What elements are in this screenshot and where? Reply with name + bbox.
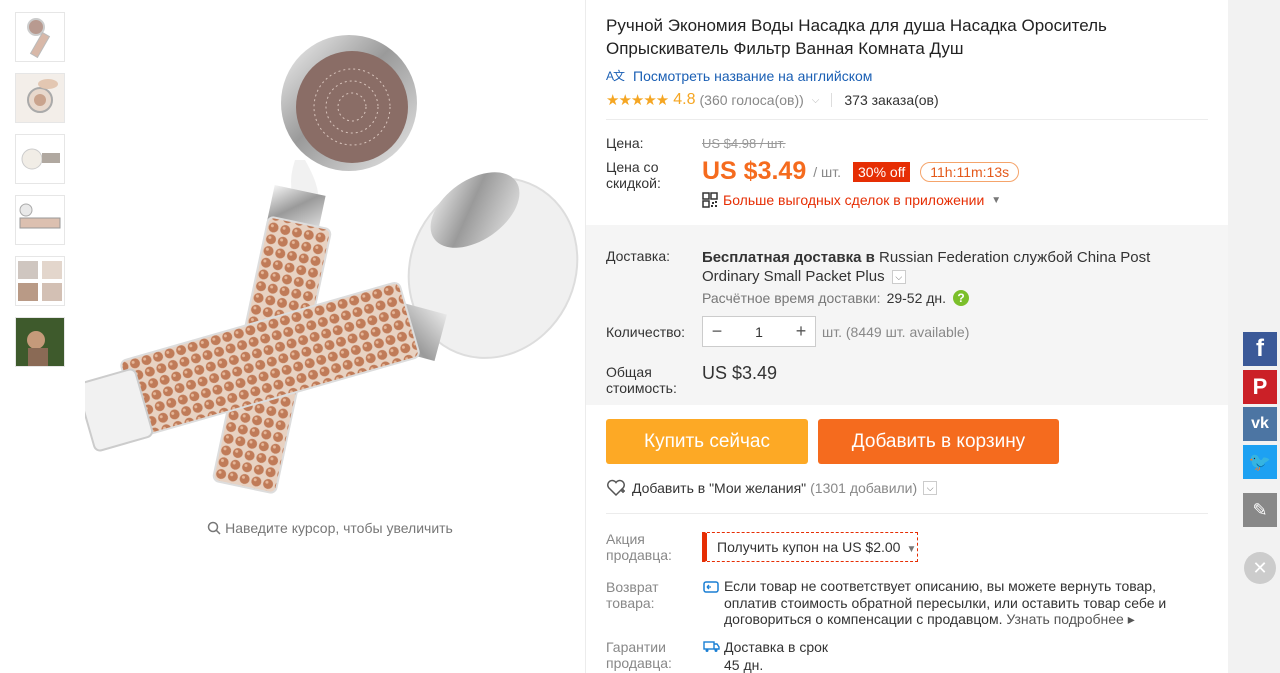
learn-more-link[interactable]: Узнать подробнее ▸ — [1006, 611, 1134, 627]
buy-now-button[interactable]: Купить сейчас — [606, 419, 808, 464]
eta-label: Расчётное время доставки: — [702, 290, 881, 306]
returns-label: Возврат товара: — [606, 579, 659, 611]
returns-policy: Если товар не соответствует описанию, вы… — [724, 578, 1194, 628]
discount-price-row: US $3.49 / шт. 30% off 11h:11m:13s — [702, 157, 1020, 186]
close-icon[interactable]: ✕ — [1244, 552, 1276, 584]
vk-share-icon[interactable]: vk — [1243, 407, 1277, 441]
divider — [606, 513, 1208, 514]
help-icon[interactable]: ? — [953, 290, 970, 306]
product-title: Ручной Экономия Воды Насадка для душа На… — [606, 16, 1107, 58]
wishlist-text: Добавить в "Мои желания" — [632, 480, 807, 496]
return-icon — [703, 581, 719, 593]
available-stock: шт. (8449 шт. available) — [822, 324, 970, 340]
orders-count: 373 заказа(ов) — [844, 92, 939, 108]
zoom-hint-text: Наведите курсор, чтобы увеличить — [225, 520, 453, 536]
discount-badge: 30% off — [853, 161, 911, 182]
shipping-options-chevron-icon[interactable]: ⌵ — [891, 270, 906, 284]
votes-link[interactable]: (360 голоса(ов)) — [700, 92, 804, 108]
coupon-text: Получить купон на US $2.00 — [717, 539, 901, 555]
price-label: Цена: — [606, 135, 644, 151]
guarantee-label: Гарантии продавца: — [606, 639, 672, 671]
qr-code-icon — [702, 192, 718, 208]
divider — [606, 119, 1208, 120]
discount-price: US $3.49 — [702, 157, 807, 185]
quantity-input[interactable]: 1 — [731, 324, 787, 340]
shipping-info: Бесплатная доставка в Russian Federation… — [702, 248, 1202, 286]
twitter-share-icon[interactable]: 🐦 — [1243, 445, 1277, 479]
thumbnail-3[interactable] — [15, 134, 65, 184]
increase-quantity-button[interactable]: + — [787, 321, 815, 342]
divider — [831, 93, 833, 107]
app-deals-text: Больше выгодных сделок в приложении — [723, 192, 985, 208]
wishlist-count: (1301 добавили) — [810, 480, 918, 496]
decrease-quantity-button[interactable]: − — [703, 321, 731, 342]
heart-plus-icon — [607, 479, 625, 497]
caret-down-icon: ▼ — [906, 544, 917, 555]
facebook-share-icon[interactable]: f — [1243, 332, 1277, 366]
eta-days: 29-52 дн. — [886, 290, 947, 306]
product-image[interactable] — [85, 20, 580, 500]
thumbnail-4[interactable] — [15, 195, 65, 245]
magnifier-icon — [207, 521, 221, 535]
thumbnail-2[interactable] — [15, 73, 65, 123]
star-rating-icon: ★★★★★ — [606, 92, 669, 109]
translate-link-text: Посмотреть название на английском — [633, 67, 873, 84]
caret-down-icon: ▼ — [991, 194, 1002, 206]
countdown-timer: 11h:11m:13s — [920, 161, 1020, 182]
total-label: Общая стоимость: — [606, 364, 677, 396]
guarantee-days: 45 дн. — [724, 657, 764, 673]
price-unit: / шт. — [813, 163, 842, 180]
quantity-label: Количество: — [606, 324, 686, 340]
seller-promo-label: Акция продавца: — [606, 531, 672, 563]
quantity-stepper: − 1 + — [702, 316, 816, 347]
truck-icon — [703, 641, 720, 652]
discount-price-label: Цена со скидкой: — [606, 159, 661, 191]
shipping-label: Доставка: — [606, 248, 671, 264]
delivery-estimate: Расчётное время доставки: 29-52 дн. ? — [702, 290, 970, 306]
rating-row: ★★★★★ 4.8 (360 голоса(ов)) ⌵ 373 заказа(… — [606, 91, 939, 109]
app-deals-link[interactable]: Больше выгодных сделок в приложении ▼ — [702, 192, 1001, 208]
translate-link[interactable]: A文 Посмотреть название на английском — [606, 67, 872, 84]
on-time-delivery-text: Доставка в срок — [724, 639, 829, 655]
get-coupon-button[interactable]: Получить купон на US $2.00 ▼ — [702, 532, 918, 562]
rating-value: 4.8 — [673, 91, 696, 108]
edit-icon[interactable]: ✎ — [1243, 493, 1277, 527]
old-price: US $4.98 / шт. — [702, 136, 786, 151]
chevron-down-icon[interactable]: ⌵ — [812, 95, 820, 106]
product-page: Наведите курсор, чтобы увеличить Ручной … — [0, 0, 1228, 673]
free-shipping-text: Бесплатная доставка в — [702, 249, 875, 266]
guarantee-info: Доставка в срок 45 дн. — [724, 638, 828, 673]
thumbnail-1[interactable] — [15, 12, 65, 62]
thumbnail-5[interactable] — [15, 256, 65, 306]
thumbnail-6[interactable] — [15, 317, 65, 367]
translate-icon: A文 — [606, 69, 625, 83]
wishlist-row[interactable]: Добавить в "Мои желания" (1301 добавили)… — [606, 479, 938, 497]
add-to-cart-button[interactable]: Добавить в корзину — [818, 419, 1059, 464]
thumbnail-list — [15, 12, 67, 378]
zoom-hint: Наведите курсор, чтобы увеличить — [0, 520, 660, 536]
total-price: US $3.49 — [702, 363, 778, 383]
pinterest-share-icon[interactable]: P — [1243, 370, 1277, 404]
chevron-down-icon[interactable]: ⌵ — [923, 481, 938, 495]
